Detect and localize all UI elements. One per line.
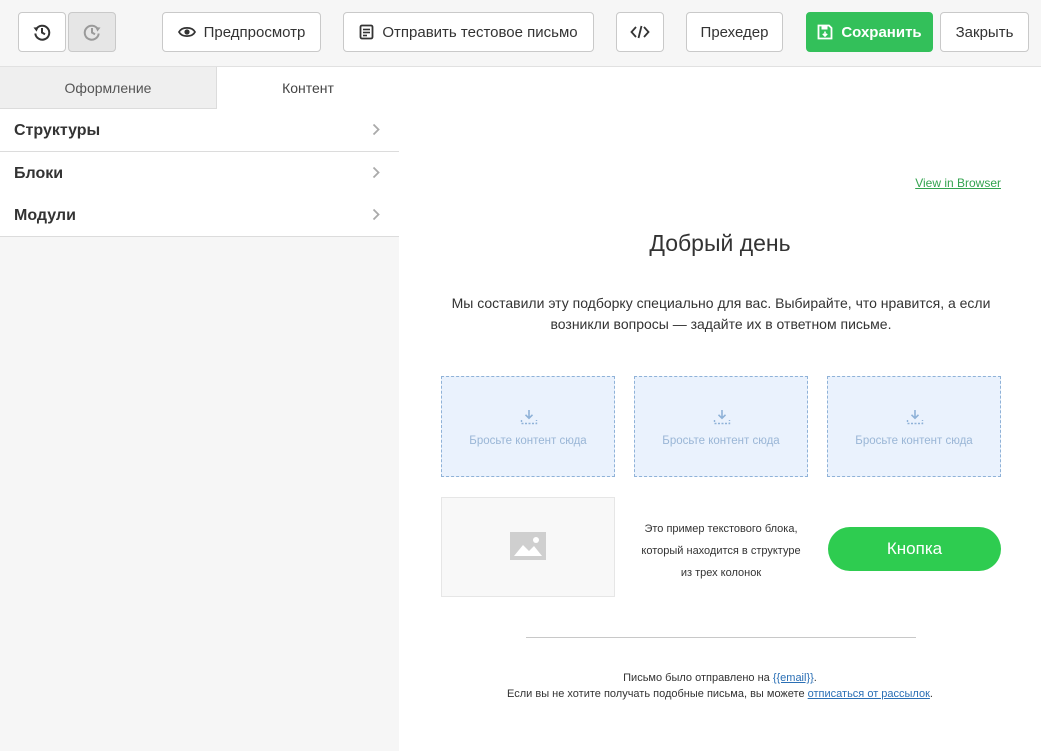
panel-tabs: Оформление Контент xyxy=(0,67,399,109)
section-structures-label: Структуры xyxy=(14,121,101,139)
history-forward-button[interactable] xyxy=(68,12,116,52)
footer-divider xyxy=(526,637,916,638)
drop-zone-label: Бросьте контент сюда xyxy=(662,435,780,447)
document-icon xyxy=(359,24,374,40)
chevron-right-icon xyxy=(372,208,380,226)
save-icon xyxy=(817,24,833,40)
code-icon xyxy=(630,25,650,39)
code-view-button[interactable] xyxy=(616,12,664,52)
section-structures[interactable]: Структуры xyxy=(0,109,399,152)
save-button[interactable]: Сохранить xyxy=(806,12,933,52)
chevron-right-icon xyxy=(372,166,380,184)
footer-unsub-prefix: Если вы не хотите получать подобные пись… xyxy=(507,688,808,700)
preheader-button[interactable]: Прехедер xyxy=(686,12,783,52)
footer-sent-suffix: . xyxy=(813,672,817,684)
drop-zone-label: Бросьте контент сюда xyxy=(469,435,587,447)
preview-button[interactable]: Предпросмотр xyxy=(162,12,321,52)
drop-zone[interactable]: Бросьте контент сюда xyxy=(441,376,615,477)
sample-text-block[interactable]: Это пример текстового блока, который нах… xyxy=(635,518,807,584)
settings-panel: Оформление Контент Структуры Блоки Модул… xyxy=(0,67,399,751)
email-canvas: View in Browser Добрый день Мы составили… xyxy=(399,67,1041,751)
section-blocks-label: Блоки xyxy=(14,164,64,182)
tab-content-label: Контент xyxy=(282,80,334,96)
drop-zone-label: Бросьте контент сюда xyxy=(855,435,973,447)
send-test-email-label: Отправить тестовое письмо xyxy=(382,23,578,41)
footer-unsub-suffix: . xyxy=(929,688,933,700)
tab-appearance[interactable]: Оформление xyxy=(0,67,217,109)
email-footer[interactable]: Письмо было отправлено на {{email}}. Есл… xyxy=(399,670,1041,702)
history-icon xyxy=(32,22,52,42)
image-icon xyxy=(510,532,546,565)
email-cta-button[interactable]: Кнопка xyxy=(828,527,1001,571)
send-test-email-button[interactable]: Отправить тестовое письмо xyxy=(343,12,594,52)
sample-text-line: из трех колонок xyxy=(680,567,762,579)
editor-toolbar: Предпросмотр Отправить тестовое письмо П… xyxy=(0,0,1041,67)
close-button[interactable]: Закрыть xyxy=(940,12,1029,52)
preheader-label: Прехедер xyxy=(700,23,769,41)
save-label: Сохранить xyxy=(841,23,922,41)
footer-sent-prefix: Письмо было отправлено на xyxy=(623,672,773,684)
footer-unsubscribe-line: Если вы не хотите получать подобные пись… xyxy=(399,686,1041,702)
unsubscribe-link[interactable]: отписаться от рассылок xyxy=(808,688,930,700)
email-intro-text[interactable]: Мы составили эту подборку специально для… xyxy=(441,293,1001,335)
history-back-button[interactable] xyxy=(18,12,66,52)
sample-text-line: Это пример текстового блока, xyxy=(644,523,798,535)
view-in-browser-link[interactable]: View in Browser xyxy=(915,176,1001,190)
tab-content[interactable]: Контент xyxy=(217,67,399,109)
intro-line: возникли вопросы — задайте их в ответном… xyxy=(550,316,892,332)
email-cta-label: Кнопка xyxy=(886,539,943,558)
drop-download-icon xyxy=(713,409,731,430)
eye-icon xyxy=(177,25,196,39)
sample-text-line: который находится в структуре xyxy=(641,545,801,557)
tab-appearance-label: Оформление xyxy=(64,79,152,96)
section-modules-label: Модули xyxy=(14,206,76,224)
drop-download-icon xyxy=(906,409,924,430)
section-modules[interactable]: Модули xyxy=(0,194,399,237)
email-variable-link[interactable]: {{email}} xyxy=(773,672,814,684)
section-blocks[interactable]: Блоки xyxy=(0,152,399,195)
footer-sent-line: Письмо было отправлено на {{email}}. xyxy=(399,670,1041,686)
email-greeting[interactable]: Добрый день xyxy=(399,230,1041,257)
chevron-right-icon xyxy=(372,123,380,141)
intro-line: Мы составили эту подборку специально для… xyxy=(451,295,991,311)
drop-download-icon xyxy=(520,409,538,430)
drop-zone[interactable]: Бросьте контент сюда xyxy=(827,376,1001,477)
image-placeholder[interactable] xyxy=(441,497,615,597)
preview-label: Предпросмотр xyxy=(203,23,306,41)
history-forward-icon xyxy=(82,22,102,42)
close-label: Закрыть xyxy=(955,23,1014,41)
drop-zone[interactable]: Бросьте контент сюда xyxy=(634,376,808,477)
